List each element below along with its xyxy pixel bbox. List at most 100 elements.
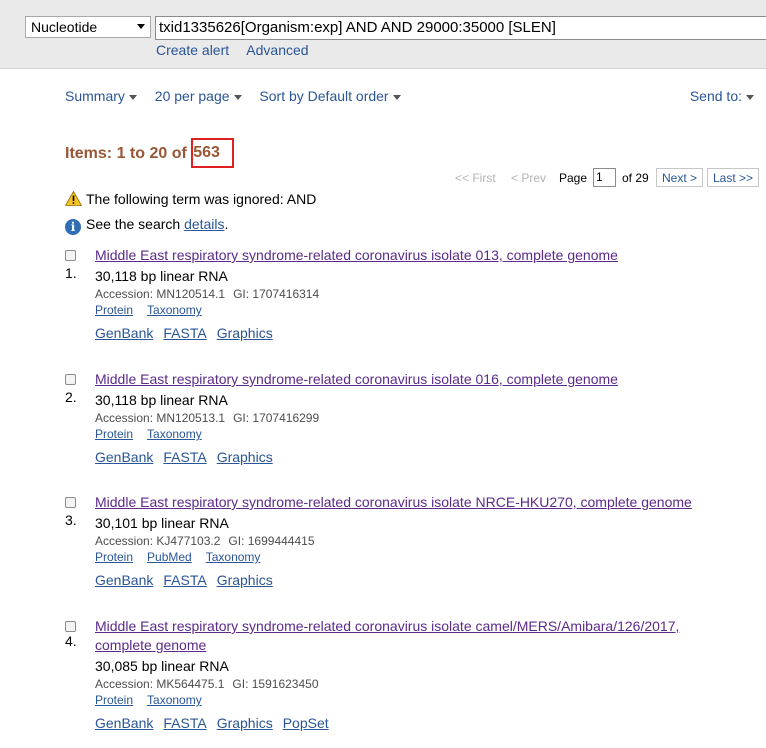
info-text: See the search: [86, 216, 185, 232]
search-details-link[interactable]: details: [184, 216, 224, 232]
prev-page-link: < Prev: [511, 171, 547, 185]
database-select[interactable]: Nucleotide: [25, 16, 151, 38]
last-page-button[interactable]: Last >>: [707, 168, 760, 187]
result-title-link[interactable]: Middle East respiratory syndrome-related…: [95, 247, 618, 263]
result-format-links: GenBank FASTA Graphics PopSet: [95, 715, 765, 731]
fasta-link[interactable]: FASTA: [163, 325, 206, 341]
result-accession-line: Accession: MK564475.1 GI: 1591623450: [95, 677, 765, 691]
result-item: 4. Middle East respiratory syndrome-rela…: [65, 617, 765, 731]
genbank-link[interactable]: GenBank: [95, 449, 153, 465]
protein-link[interactable]: Protein: [95, 693, 133, 707]
search-sublinks: Create alert Advanced: [156, 42, 323, 58]
taxonomy-link[interactable]: Taxonomy: [147, 693, 202, 707]
caret-down-icon: [746, 94, 754, 100]
taxonomy-link[interactable]: Taxonomy: [147, 427, 202, 441]
result-accession: Accession: MN120514.1: [95, 287, 226, 301]
result-checkbox[interactable]: [65, 374, 76, 385]
result-gi: GI: 1707416314: [233, 287, 320, 301]
items-total-highlight: 563: [191, 138, 234, 168]
result-title-link[interactable]: Middle East respiratory syndrome-related…: [95, 371, 618, 387]
summary-dropdown[interactable]: Summary: [65, 88, 137, 104]
result-description: 30,118 bp linear RNA: [95, 392, 228, 408]
advanced-search-link[interactable]: Advanced: [246, 42, 308, 58]
fasta-link[interactable]: FASTA: [163, 572, 206, 588]
sort-label: Sort by Default order: [259, 88, 389, 104]
caret-down-icon: [392, 94, 401, 100]
result-gi: GI: 1707416299: [233, 411, 320, 425]
result-description: 30,118 bp linear RNA: [95, 268, 228, 284]
page-number-input[interactable]: 1: [593, 168, 616, 187]
page-total: of 29: [622, 171, 649, 185]
page-label: Page: [559, 171, 588, 185]
send-to-label: Send to:: [689, 88, 742, 104]
result-item: 2. Middle East respiratory syndrome-rela…: [65, 370, 765, 465]
result-format-links: GenBank FASTA Graphics: [95, 449, 765, 465]
database-select-value: Nucleotide: [31, 19, 98, 35]
fasta-link[interactable]: FASTA: [163, 449, 206, 465]
create-alert-link[interactable]: Create alert: [156, 42, 229, 58]
display-settings-toolbar: Summary 20 per page Sort by Default orde…: [65, 88, 415, 104]
caret-down-icon: [128, 94, 137, 100]
result-format-links: GenBank FASTA Graphics: [95, 325, 765, 341]
result-item: 3. Middle East respiratory syndrome-rela…: [65, 493, 765, 588]
fasta-link[interactable]: FASTA: [163, 715, 206, 731]
result-gi: GI: 1699444415: [228, 534, 315, 548]
result-checkbox[interactable]: [65, 621, 76, 632]
result-checkbox[interactable]: [65, 250, 76, 261]
result-number: 1.: [65, 265, 77, 281]
caret-down-icon: [233, 94, 242, 100]
graphics-link[interactable]: Graphics: [217, 572, 273, 588]
graphics-link[interactable]: Graphics: [217, 715, 273, 731]
result-title-link[interactable]: Middle East respiratory syndrome-related…: [95, 618, 679, 653]
items-count-prefix: Items: 1 to 20 of: [65, 145, 192, 162]
result-item: 1. Middle East respiratory syndrome-rela…: [65, 246, 765, 341]
send-to-dropdown[interactable]: Send to:: [690, 88, 754, 104]
chevron-down-icon: [137, 24, 145, 29]
genbank-link[interactable]: GenBank: [95, 572, 153, 588]
genbank-link[interactable]: GenBank: [95, 715, 153, 731]
per-page-label: 20 per page: [154, 88, 230, 104]
protein-link[interactable]: Protein: [95, 427, 133, 441]
result-format-links: GenBank FASTA Graphics: [95, 572, 765, 588]
result-checkbox[interactable]: [65, 497, 76, 508]
per-page-dropdown[interactable]: 20 per page: [155, 88, 242, 104]
genbank-link[interactable]: GenBank: [95, 325, 153, 341]
warning-message: The following term was ignored: AND: [65, 191, 316, 207]
protein-link[interactable]: Protein: [95, 550, 133, 564]
taxonomy-link[interactable]: Taxonomy: [206, 550, 261, 564]
graphics-link[interactable]: Graphics: [217, 449, 273, 465]
result-title-link[interactable]: Middle East respiratory syndrome-related…: [95, 494, 692, 510]
result-number: 3.: [65, 512, 77, 528]
pubmed-link[interactable]: PubMed: [147, 550, 192, 564]
result-accession: Accession: MK564475.1: [95, 677, 225, 691]
result-description: 30,085 bp linear RNA: [95, 658, 229, 674]
result-accession-line: Accession: KJ477103.2 GI: 1699444415: [95, 534, 765, 548]
result-gi: GI: 1591623450: [232, 677, 319, 691]
search-bar: Nucleotide txid1335626[Organism:exp] AND…: [0, 0, 766, 69]
result-related-links: Protein PubMed Taxonomy: [95, 550, 765, 564]
result-accession-line: Accession: MN120514.1 GI: 1707416314: [95, 287, 765, 301]
result-accession: Accession: KJ477103.2: [95, 534, 221, 548]
sort-dropdown[interactable]: Sort by Default order: [259, 88, 401, 104]
taxonomy-link[interactable]: Taxonomy: [147, 303, 202, 317]
next-page-button[interactable]: Next >: [656, 168, 704, 187]
result-accession-line: Accession: MN120513.1 GI: 1707416299: [95, 411, 765, 425]
search-input[interactable]: txid1335626[Organism:exp] AND AND 29000:…: [155, 16, 766, 40]
graphics-link[interactable]: Graphics: [217, 325, 273, 341]
warning-icon: [65, 191, 82, 206]
result-description: 30,101 bp linear RNA: [95, 515, 229, 531]
protein-link[interactable]: Protein: [95, 303, 133, 317]
result-accession: Accession: MN120513.1: [95, 411, 226, 425]
result-related-links: Protein Taxonomy: [95, 693, 765, 707]
summary-label: Summary: [65, 88, 125, 104]
warning-text: The following term was ignored: AND: [86, 191, 317, 207]
info-suffix: .: [224, 216, 229, 232]
popset-link[interactable]: PopSet: [283, 715, 329, 731]
items-count: Items: 1 to 20 of 563: [65, 138, 234, 169]
info-message: i See the search details.: [65, 216, 228, 235]
result-related-links: Protein Taxonomy: [95, 303, 765, 317]
result-related-links: Protein Taxonomy: [95, 427, 765, 441]
result-number: 4.: [65, 633, 77, 649]
info-icon: i: [65, 219, 81, 235]
result-number: 2.: [65, 389, 77, 405]
